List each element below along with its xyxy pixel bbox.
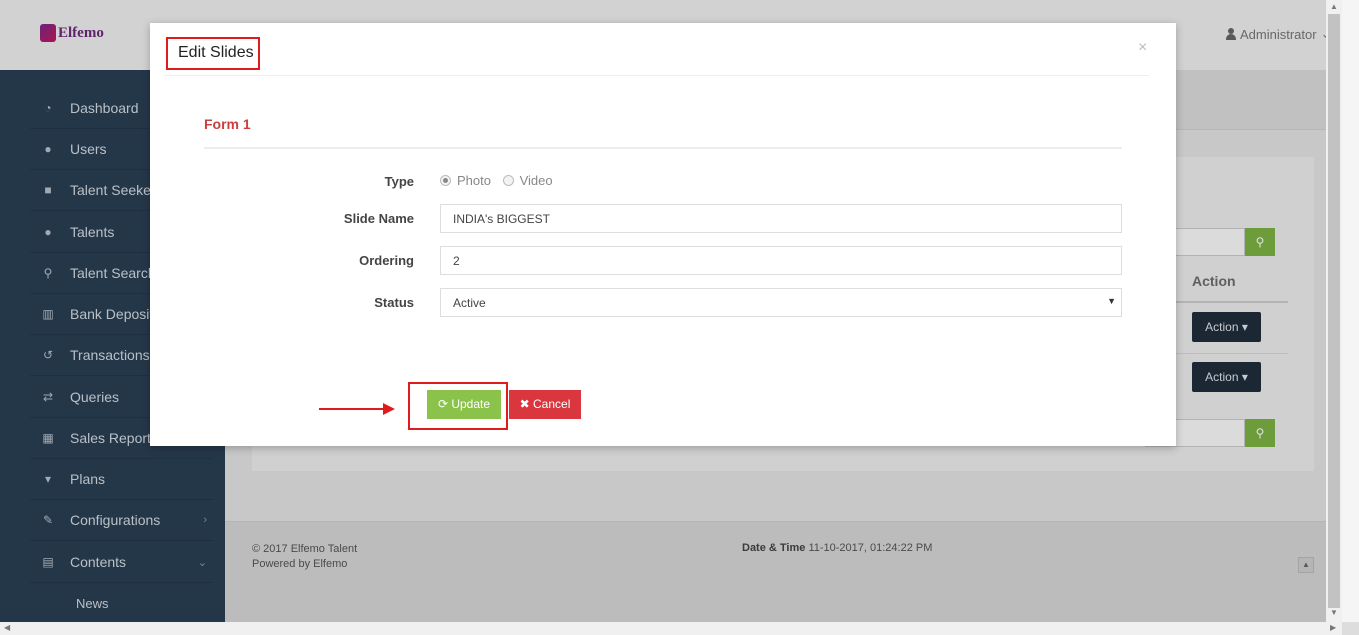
type-radio-group: Photo Video — [440, 173, 561, 188]
scrollbar-thumb[interactable] — [1328, 14, 1340, 608]
radio-checked-icon — [440, 175, 451, 186]
ordering-input[interactable]: 2 — [440, 246, 1122, 275]
scroll-up-arrow-icon[interactable]: ▲ — [1330, 2, 1338, 11]
type-option-photo[interactable]: Photo — [440, 173, 491, 188]
refresh-icon: ⟳ — [437, 397, 452, 411]
annotation-arrow — [319, 408, 385, 410]
close-icon: ✖ — [519, 397, 534, 411]
type-option-label: Photo — [457, 173, 491, 188]
annotation-arrow-head — [383, 403, 395, 415]
edit-slides-modal: Edit Slides × Form 1 Type Photo Video Sl… — [150, 23, 1176, 446]
scroll-right-arrow-icon[interactable]: ▶ — [1330, 623, 1336, 632]
horizontal-scrollbar[interactable]: ◀ ▶ — [0, 622, 1342, 635]
scroll-left-arrow-icon[interactable]: ◀ — [4, 623, 10, 632]
window-edge — [1342, 0, 1359, 622]
radio-unchecked-icon — [502, 175, 514, 186]
vertical-scrollbar[interactable]: ▲ ▼ — [1326, 0, 1342, 622]
cancel-button[interactable]: ✖ Cancel — [509, 390, 581, 419]
type-label: Type — [384, 174, 414, 189]
close-icon[interactable]: × — [1138, 39, 1147, 57]
modal-title: Edit Slides — [166, 37, 260, 70]
page: Elfemo Administrator ⌄ ◔ Dashboard ● Use… — [0, 0, 1359, 635]
type-option-label: Video — [519, 173, 553, 188]
form-title: Form 1 — [204, 116, 251, 132]
divider — [204, 147, 1122, 149]
update-button-label: Update — [451, 397, 491, 411]
ordering-label: Ordering — [359, 253, 414, 268]
divider — [164, 75, 1149, 76]
status-select[interactable]: Active — [440, 288, 1122, 317]
slide-name-input[interactable]: INDIA's BIGGEST — [440, 204, 1122, 233]
scroll-down-arrow-icon[interactable]: ▼ — [1330, 608, 1338, 617]
status-label: Status — [374, 295, 414, 310]
update-button[interactable]: ⟳ Update — [427, 390, 501, 419]
cancel-button-label: Cancel — [533, 397, 571, 411]
scrollbar-corner — [1342, 622, 1359, 635]
slide-name-label: Slide Name — [343, 211, 414, 226]
type-option-video[interactable]: Video — [502, 173, 553, 188]
